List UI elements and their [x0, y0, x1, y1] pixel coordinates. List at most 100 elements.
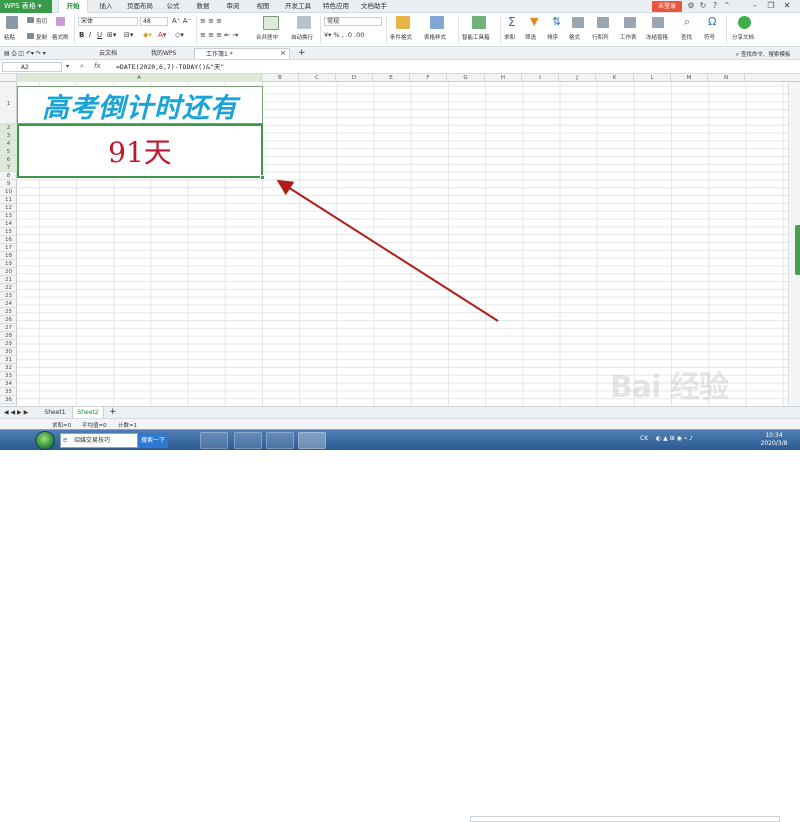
smart-toolbox-button[interactable]: 智能工具箱: [462, 33, 490, 41]
column-header[interactable]: L: [634, 74, 671, 82]
row-header[interactable]: 19: [0, 260, 17, 268]
font-size-select[interactable]: 48: [140, 17, 168, 26]
share-doc-button[interactable]: 分享文档: [732, 33, 754, 41]
row-header[interactable]: 1: [0, 85, 17, 124]
wrap-text-icon[interactable]: [297, 16, 311, 29]
sheet-nav-arrows[interactable]: ◀ ◀ ▶ ▶: [4, 409, 28, 416]
clear-format-icon[interactable]: ◇▾: [175, 31, 184, 39]
font-color-icon[interactable]: A▾: [158, 31, 166, 39]
taskbar-search-input[interactable]: 绍媒交易技巧: [60, 433, 138, 448]
smart-toolbox-icon[interactable]: [472, 16, 486, 29]
column-header[interactable]: F: [410, 74, 447, 82]
side-panel-tab[interactable]: [795, 225, 800, 275]
row-header[interactable]: 28: [0, 332, 17, 340]
start-button-icon[interactable]: [35, 431, 55, 450]
table-style-icon[interactable]: [430, 16, 444, 29]
command-search[interactable]: ⌕ 查找命令、搜索模板: [736, 50, 790, 59]
taskbar-clock[interactable]: 10:34 2020/3/8: [752, 432, 796, 448]
help-icon[interactable]: ?: [710, 1, 720, 12]
close-tab-icon[interactable]: ×: [280, 49, 286, 57]
column-header[interactable]: M: [671, 74, 708, 82]
copy-button[interactable]: 复制: [36, 33, 47, 41]
row-col-icon[interactable]: [597, 17, 609, 28]
symbol-icon[interactable]: Ω: [708, 15, 716, 28]
wps-spreadsheet-icon[interactable]: [298, 432, 326, 449]
worksheet-button[interactable]: 工作表: [620, 33, 637, 41]
fill-color-icon[interactable]: ◆▾: [143, 31, 152, 39]
column-header[interactable]: H: [485, 74, 522, 82]
column-header[interactable]: A: [17, 74, 262, 82]
bold-icon[interactable]: B: [79, 31, 84, 39]
select-all-corner[interactable]: [0, 74, 17, 82]
wrap-text-button[interactable]: 自动换行: [291, 33, 313, 41]
column-header[interactable]: G: [447, 74, 485, 82]
tab-workbook1[interactable]: 工作簿1 *: [194, 48, 290, 59]
taskbar-search-button[interactable]: 搜索一下: [138, 433, 168, 448]
tab-my-wps[interactable]: 我的WPS: [140, 48, 190, 59]
copy-icon[interactable]: [27, 33, 34, 39]
conditional-format-button[interactable]: 条件格式: [390, 33, 412, 41]
row-header[interactable]: 31: [0, 356, 17, 364]
paste-button[interactable]: 粘贴: [4, 33, 15, 41]
number-format-select[interactable]: 常规: [324, 17, 382, 26]
sum-button[interactable]: 求和: [504, 33, 515, 41]
row-header[interactable]: 26: [0, 316, 17, 324]
row-header[interactable]: 5: [0, 148, 17, 156]
add-sheet-icon[interactable]: +: [109, 407, 117, 417]
tab-formulas[interactable]: 公式: [160, 0, 186, 13]
quick-access-icons[interactable]: ▤ ⎙ ◫ ↶▾ ↷ ▾: [4, 50, 46, 58]
row-header[interactable]: 23: [0, 292, 17, 300]
underline-icon[interactable]: U: [97, 31, 102, 39]
symbol-button[interactable]: 符号: [704, 33, 715, 41]
formula-input[interactable]: =DATE(2020,6,7)-TODAY()&"天": [116, 62, 224, 72]
format-icon[interactable]: [572, 17, 584, 28]
find-button[interactable]: 查找: [681, 33, 692, 41]
column-header[interactable]: D: [336, 74, 373, 82]
collapse-ribbon-icon[interactable]: ⌃: [722, 1, 732, 12]
namebox-dropdown-icon[interactable]: ▾: [66, 63, 69, 70]
tab-developer[interactable]: 开发工具: [280, 0, 316, 13]
filter-button[interactable]: 筛选: [525, 33, 536, 41]
freeze-panes-button[interactable]: 冻结窗格: [646, 33, 668, 41]
column-header[interactable]: N: [708, 74, 745, 82]
italic-icon[interactable]: I: [89, 31, 91, 39]
row-header[interactable]: 4: [0, 140, 17, 148]
conditional-format-icon[interactable]: [396, 16, 410, 29]
row-header[interactable]: 14: [0, 220, 17, 228]
merge-border-icon[interactable]: ⊟▾: [124, 31, 133, 39]
row-header[interactable]: 36: [0, 396, 17, 404]
wps-app-menu-button[interactable]: WPS 表格 ▾: [0, 0, 52, 13]
row-header[interactable]: 18: [0, 252, 17, 260]
number-format-icons[interactable]: ¥▾ % ‚ .0 .00: [324, 31, 364, 39]
row-header[interactable]: 22: [0, 284, 17, 292]
tab-home[interactable]: 开始: [58, 0, 88, 14]
format-button[interactable]: 格式: [569, 33, 580, 41]
filter-icon[interactable]: ▼: [530, 15, 538, 28]
tab-cloud-docs[interactable]: 云文档: [88, 48, 136, 59]
tab-data[interactable]: 数据: [190, 0, 216, 13]
row-header[interactable]: 25: [0, 308, 17, 316]
row-header[interactable]: 15: [0, 228, 17, 236]
cut-button[interactable]: 剪切: [36, 17, 47, 25]
cut-icon[interactable]: [27, 17, 34, 23]
find-icon[interactable]: ⌕: [684, 15, 690, 29]
sum-icon[interactable]: Σ: [508, 15, 516, 29]
row-header[interactable]: 16: [0, 236, 17, 244]
cell-a2-merged-selected[interactable]: 91天: [17, 124, 263, 178]
name-box[interactable]: A2: [2, 62, 62, 72]
media-player-icon[interactable]: [234, 432, 262, 449]
row-header[interactable]: 29: [0, 340, 17, 348]
fill-handle[interactable]: [260, 175, 265, 180]
share-doc-icon[interactable]: [738, 16, 751, 29]
tab-page-layout[interactable]: 页面布局: [122, 0, 158, 13]
row-header[interactable]: 21: [0, 276, 17, 284]
format-painter-button[interactable]: 格式刷: [52, 33, 69, 41]
row-header[interactable]: 35: [0, 388, 17, 396]
zoom-formula-icon[interactable]: ⌕: [80, 62, 84, 71]
horizontal-align-icons[interactable]: ≡ ≡ ≡ ⇤ ⇥: [200, 31, 238, 39]
column-header[interactable]: I: [522, 74, 559, 82]
horizontal-scrollbar[interactable]: [470, 816, 780, 822]
column-header[interactable]: E: [373, 74, 410, 82]
merge-center-button[interactable]: 合并居中: [256, 33, 278, 41]
row-header[interactable]: 32: [0, 364, 17, 372]
